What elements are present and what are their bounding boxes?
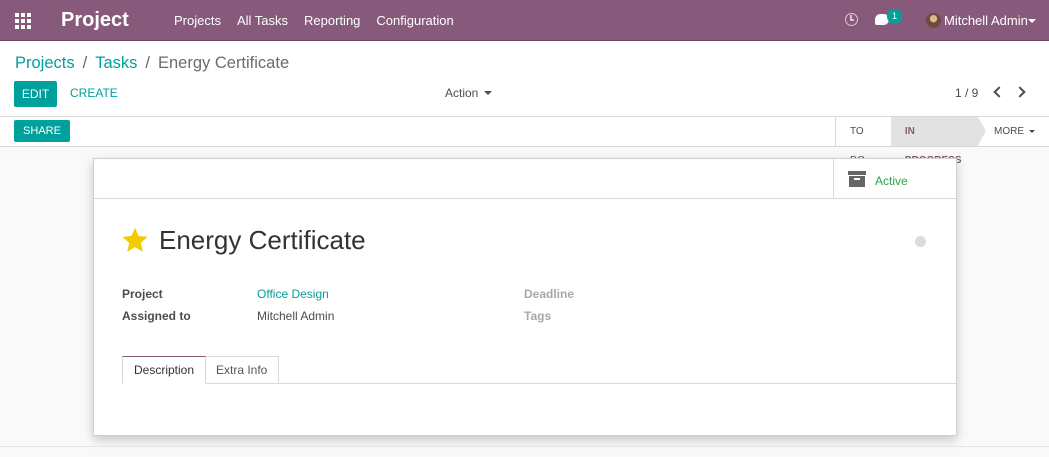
breadcrumb-current: Energy Certificate (157, 54, 290, 72)
form-statusbar: SHARE TO DO IN PROGRESS MORE (0, 117, 1049, 166)
caret-down-icon (484, 91, 493, 95)
breadcrumb-projects[interactable]: Projects (15, 54, 75, 73)
menu-item-configuration[interactable]: Configuration (368, 0, 461, 41)
action-dropdown[interactable]: Action (445, 86, 493, 100)
pager-next-icon[interactable] (1014, 85, 1028, 99)
stage-more-label: MORE (994, 126, 1024, 137)
priority-star-icon[interactable] (121, 226, 149, 254)
breadcrumb-tasks[interactable]: Tasks (95, 54, 137, 73)
top-menu: Projects All Tasks Reporting Configurati… (166, 0, 462, 41)
control-panel: Projects / Tasks / Energy Certificate ED… (0, 41, 1049, 117)
stage-selector: TO DO IN PROGRESS MORE (835, 117, 1049, 166)
menu-item-reporting[interactable]: Reporting (296, 0, 368, 41)
tags-label: Tags (524, 309, 552, 323)
kanban-state-icon[interactable] (915, 236, 926, 247)
tab-extra-info[interactable]: Extra Info (204, 356, 280, 384)
user-menu-caret-icon[interactable] (1028, 19, 1036, 23)
chat-count-badge: 1 (887, 9, 902, 24)
user-avatar[interactable] (926, 13, 941, 28)
active-toggle-label: Active (875, 174, 908, 188)
activity-clock-icon[interactable] (845, 13, 858, 26)
deadline-label: Deadline (524, 287, 575, 301)
breadcrumb-separator: / (145, 54, 150, 72)
user-menu-name[interactable]: Mitchell Admin (944, 13, 1028, 28)
archive-icon (848, 171, 866, 187)
stage-more-dropdown[interactable]: MORE (978, 117, 1049, 146)
stage-in-progress[interactable]: IN PROGRESS (890, 117, 987, 166)
edit-button[interactable]: EDIT (14, 81, 57, 107)
stage-todo[interactable]: TO DO (836, 117, 891, 166)
menu-item-all-tasks[interactable]: All Tasks (229, 0, 296, 41)
active-toggle-button[interactable]: Active (833, 159, 957, 199)
page-divider (0, 446, 1049, 447)
task-title[interactable]: Energy Certificate (159, 225, 366, 256)
pager-value[interactable]: 1 / 9 (955, 86, 978, 100)
project-label: Project (122, 287, 163, 301)
share-button[interactable]: SHARE (14, 120, 70, 142)
breadcrumb: Projects / Tasks / Energy Certificate (15, 54, 289, 73)
apps-menu-icon[interactable] (15, 13, 31, 29)
action-dropdown-label: Action (445, 86, 479, 100)
pager-previous-icon[interactable] (990, 85, 1004, 99)
assigned-to-label: Assigned to (122, 309, 191, 323)
app-title[interactable]: Project (61, 9, 129, 32)
smart-button-box: Active (94, 159, 956, 199)
breadcrumb-separator: / (82, 54, 88, 72)
caret-down-icon (1029, 130, 1035, 133)
create-button[interactable]: CREATE (70, 86, 118, 100)
tab-description[interactable]: Description (122, 356, 207, 384)
project-value-link[interactable]: Office Design (257, 287, 329, 301)
menu-item-projects[interactable]: Projects (166, 0, 229, 41)
assigned-to-value[interactable]: Mitchell Admin (257, 309, 334, 323)
main-navbar: Project Projects All Tasks Reporting Con… (0, 0, 1049, 41)
